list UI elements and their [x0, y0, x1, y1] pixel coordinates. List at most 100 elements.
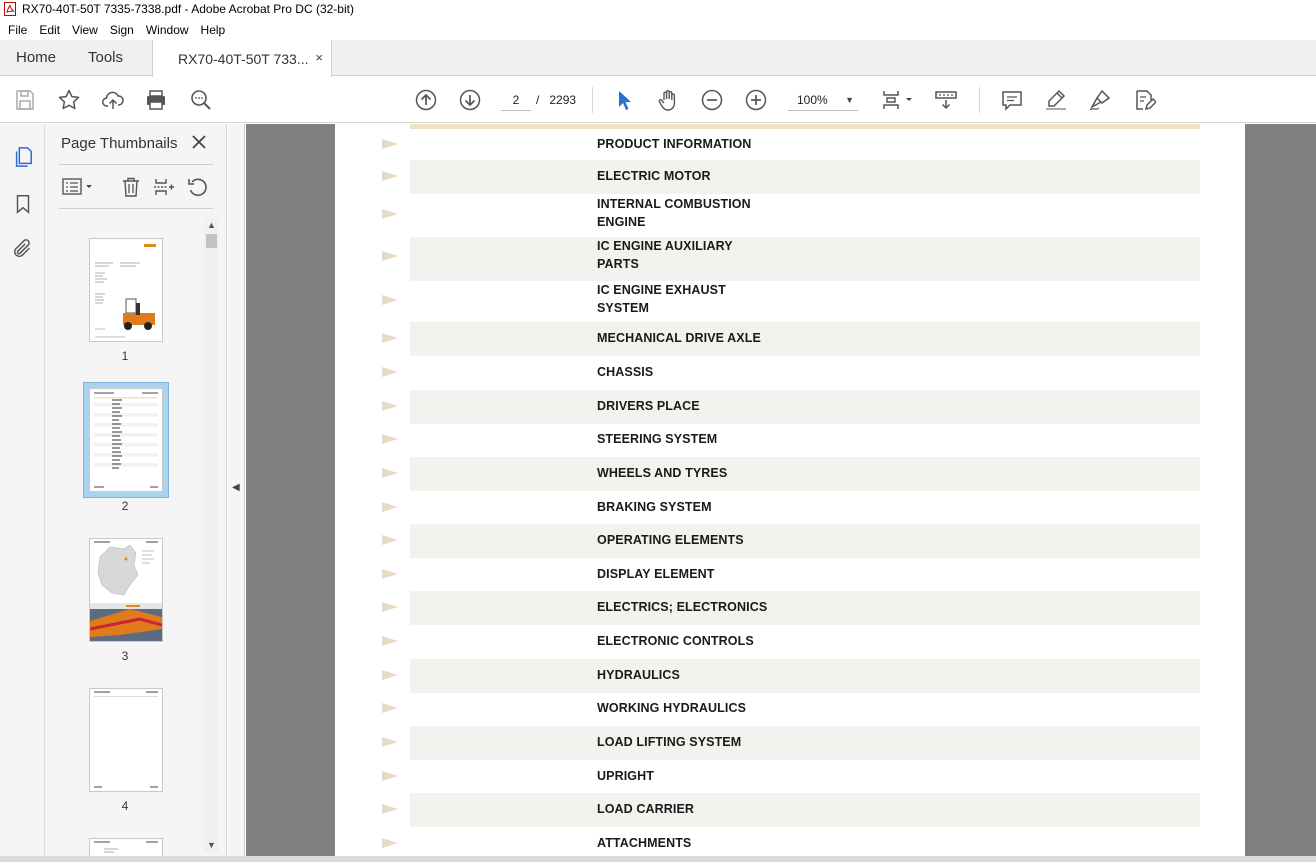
collapse-left-icon[interactable]: ◀ [232, 482, 240, 493]
toc-entry-label[interactable]: WORKING HYDRAULICS [597, 699, 746, 717]
toc-entry-label[interactable]: MECHANICAL DRIVE AXLE [597, 329, 761, 347]
scrollbar-thumb[interactable] [206, 234, 217, 248]
tab-document[interactable]: RX70-40T-50T 733... × [152, 40, 332, 77]
menu-sign[interactable]: Sign [104, 23, 140, 37]
toc-arrow-icon[interactable] [381, 601, 399, 613]
document-viewer[interactable]: PRODUCT INFORMATION ELECTRIC MOTOR INTERNA… [246, 124, 1316, 862]
menu-edit[interactable]: Edit [33, 23, 66, 37]
close-tab-icon[interactable]: × [315, 50, 323, 65]
print-button[interactable] [143, 87, 169, 113]
toc-entry-label[interactable]: PRODUCT INFORMATION [597, 135, 751, 153]
toc-row[interactable] [410, 591, 1200, 625]
toc-arrow-icon[interactable] [381, 837, 399, 849]
toc-entry-label[interactable]: LOAD LIFTING SYSTEM [597, 733, 741, 751]
toc-row[interactable] [410, 237, 1200, 281]
toc-row[interactable] [410, 760, 1200, 794]
toc-entry-label[interactable]: DRIVERS PLACE [597, 397, 700, 415]
toc-row[interactable] [410, 659, 1200, 693]
zoom-out-button[interactable] [699, 87, 725, 113]
page-thumbnails-toggle[interactable] [10, 144, 36, 170]
comment-button[interactable] [999, 87, 1025, 113]
toc-entry-label[interactable]: WHEELS AND TYRES [597, 464, 727, 482]
scroll-up-icon[interactable]: ▲ [204, 218, 219, 232]
toc-arrow-icon[interactable] [381, 294, 399, 306]
tab-tools[interactable]: Tools [88, 40, 123, 76]
delete-page-button[interactable] [118, 174, 144, 200]
toc-row[interactable] [410, 457, 1200, 491]
toc-arrow-icon[interactable] [381, 635, 399, 647]
toc-arrow-icon[interactable] [381, 770, 399, 782]
toc-arrow-icon[interactable] [381, 332, 399, 344]
toc-entry-label[interactable]: UPRIGHT [597, 767, 654, 785]
toc-row[interactable] [410, 423, 1200, 457]
toc-arrow-icon[interactable] [381, 170, 399, 182]
hand-tool-button[interactable] [655, 87, 681, 113]
fill-sign-button[interactable] [1087, 87, 1113, 113]
toc-arrow-icon[interactable] [381, 803, 399, 815]
rotate-page-button[interactable] [185, 174, 211, 200]
toc-row[interactable] [410, 281, 1200, 323]
find-button[interactable] [188, 87, 214, 113]
toc-entry-label[interactable]: LOAD CARRIER [597, 800, 694, 818]
page-thumbnail-1[interactable] [89, 238, 163, 342]
panel-collapse-handle[interactable]: ◀ [228, 124, 245, 862]
next-page-button[interactable] [457, 87, 483, 113]
toc-arrow-icon[interactable] [381, 501, 399, 513]
toc-row[interactable] [410, 726, 1200, 760]
highlight-button[interactable] [1043, 87, 1069, 113]
toc-entry-label[interactable]: BRAKING SYSTEM [597, 498, 712, 516]
share-upload-button[interactable] [100, 87, 126, 113]
toc-arrow-icon[interactable] [381, 366, 399, 378]
toc-entry-label[interactable]: ATTACHMENTS [597, 834, 691, 852]
tab-home[interactable]: Home [16, 40, 56, 76]
close-panel-icon[interactable] [189, 132, 209, 152]
toc-arrow-icon[interactable] [381, 208, 399, 220]
toc-arrow-icon[interactable] [381, 534, 399, 546]
toc-arrow-icon[interactable] [381, 702, 399, 714]
page-thumbnail-4[interactable] [89, 688, 163, 792]
thumbnails-scrollbar[interactable]: ▲ ▼ [204, 218, 219, 852]
toc-entry-label[interactable]: OPERATING ELEMENTS [597, 531, 744, 549]
toc-entry-label[interactable]: ELECTRIC MOTOR [597, 167, 711, 185]
toc-row[interactable] [410, 322, 1200, 356]
toc-arrow-icon[interactable] [381, 736, 399, 748]
toc-row[interactable] [410, 558, 1200, 592]
scrolling-mode-button[interactable] [933, 87, 959, 113]
toc-entry-label[interactable]: HYDRAULICS [597, 666, 680, 684]
page-thumbnail-2[interactable] [89, 388, 163, 492]
page-number-input[interactable]: 2 [501, 89, 531, 111]
toc-arrow-icon[interactable] [381, 138, 399, 150]
page-thumbnail-3[interactable] [89, 538, 163, 642]
toc-arrow-icon[interactable] [381, 433, 399, 445]
attachments-toggle[interactable] [10, 236, 36, 262]
toc-row[interactable] [410, 692, 1200, 726]
insert-page-button[interactable] [151, 174, 177, 200]
bookmark-star-button[interactable] [56, 87, 82, 113]
menu-file[interactable]: File [2, 23, 33, 37]
menu-window[interactable]: Window [140, 23, 195, 37]
toc-entry-label[interactable]: IC ENGINE AUXILIARY PARTS [597, 237, 733, 273]
toc-arrow-icon[interactable] [381, 568, 399, 580]
menu-view[interactable]: View [66, 23, 104, 37]
toc-row[interactable] [410, 195, 1200, 237]
toc-row[interactable] [410, 160, 1200, 194]
select-tool-button[interactable] [611, 87, 637, 113]
toc-row[interactable] [410, 524, 1200, 558]
edit-pdf-button[interactable] [1131, 87, 1157, 113]
toc-entry-label[interactable]: CHASSIS [597, 363, 653, 381]
page-display-button[interactable] [878, 87, 916, 113]
menu-help[interactable]: Help [195, 23, 232, 37]
previous-page-button[interactable] [413, 87, 439, 113]
toc-entry-label[interactable]: IC ENGINE EXHAUST SYSTEM [597, 281, 726, 317]
thumbnail-options-button[interactable] [59, 174, 97, 200]
toc-row[interactable] [410, 793, 1200, 827]
toc-entry-label[interactable]: ELECTRONIC CONTROLS [597, 632, 754, 650]
save-button[interactable] [12, 87, 38, 113]
toc-row[interactable] [410, 128, 1200, 162]
toc-row[interactable] [410, 625, 1200, 659]
toc-row[interactable] [410, 390, 1200, 424]
toc-entry-label[interactable]: ELECTRICS; ELECTRONICS [597, 598, 767, 616]
toc-arrow-icon[interactable] [381, 669, 399, 681]
toc-entry-label[interactable]: STEERING SYSTEM [597, 430, 717, 448]
toc-entry-label[interactable]: INTERNAL COMBUSTION ENGINE [597, 195, 751, 231]
